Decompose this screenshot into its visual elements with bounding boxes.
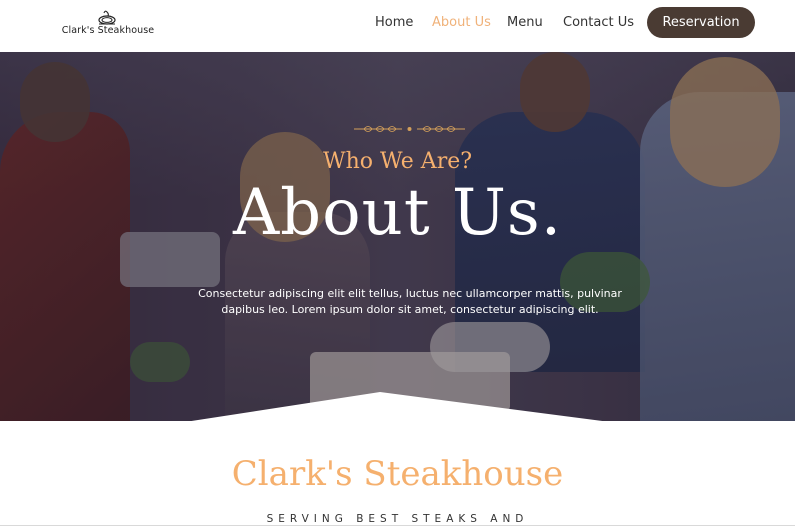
hero-kicker: Who We Are? <box>322 149 473 174</box>
nav-home[interactable]: Home <box>375 15 413 30</box>
section-title: Clark's Steakhouse <box>231 454 564 494</box>
hero-description: Consectetur adipiscing elit elit tellus,… <box>198 287 622 316</box>
page-bottom-divider <box>0 525 795 526</box>
logo-text: Clark's Steakhouse <box>61 25 155 36</box>
nav-about-us[interactable]: About Us <box>432 15 491 30</box>
about-section: Clark's Steakhouse SERVING BEST STEAKS A… <box>0 421 795 530</box>
hero-bottom-divider <box>191 392 603 421</box>
nav-menu[interactable]: Menu <box>507 15 543 30</box>
hero-headline: About Us. <box>232 176 563 250</box>
section-subtitle: SERVING BEST STEAKS AND <box>266 513 529 525</box>
wheat-ornament-icon <box>354 126 465 132</box>
nav-contact-us[interactable]: Contact Us <box>563 15 634 30</box>
site-header: Clark's Steakhouse Home About Us Menu Co… <box>0 0 795 52</box>
hero-banner: Who We Are? About Us. Consectetur adipis… <box>0 52 795 421</box>
reservation-button[interactable]: Reservation <box>647 7 755 38</box>
logo[interactable]: Clark's Steakhouse <box>58 9 158 39</box>
